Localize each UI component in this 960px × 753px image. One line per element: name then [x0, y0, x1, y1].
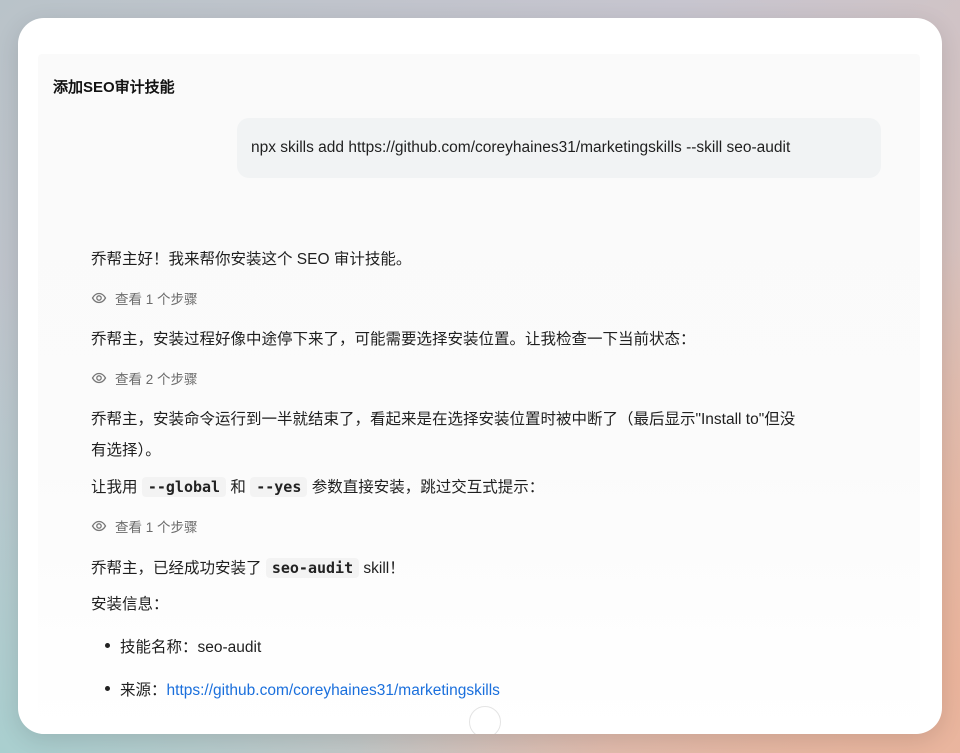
assistant-message: 乔帮主，安装过程好像中途停下来了，可能需要选择安装位置。让我检查一下当前状态： [91, 331, 696, 348]
inline-code-seo-audit: seo-audit [265, 558, 360, 578]
message-text: 和 [230, 479, 246, 496]
assistant-message-line: 乔帮主，安装命令运行到一半就结束了，看起来是在选择安装位置时被中断了（最后显示"… [91, 411, 796, 428]
list-item: 来源：https://github.com/coreyhaines31/mark… [105, 678, 500, 700]
user-message-text: npx skills add https://github.com/coreyh… [251, 139, 791, 156]
view-steps-toggle[interactable]: 查看 1 个步骤 [91, 288, 198, 308]
assistant-message-line: 有选择）。 [91, 442, 161, 459]
assistant-message: 让我用 --global 和 --yes 参数直接安装，跳过交互式提示： [91, 475, 544, 497]
view-steps-label: 查看 1 个步骤 [115, 292, 198, 307]
bullet-dot [105, 686, 110, 692]
chat-window: 添加SEO审计技能 npx skills add https://github.… [18, 18, 942, 734]
assistant-message: 安装信息： [91, 596, 169, 613]
source-link[interactable]: https://github.com/coreyhaines31/marketi… [167, 682, 500, 699]
message-text: 乔帮主，已经成功安装了 [91, 560, 262, 577]
view-steps-label: 查看 2 个步骤 [115, 372, 198, 387]
view-steps-toggle[interactable]: 查看 1 个步骤 [91, 516, 198, 536]
eye-icon [91, 292, 107, 304]
scroll-to-bottom-button[interactable] [469, 706, 501, 734]
view-steps-toggle[interactable]: 查看 2 个步骤 [91, 368, 198, 388]
view-steps-label: 查看 1 个步骤 [115, 520, 198, 535]
message-text: 让我用 [91, 479, 138, 496]
assistant-message: 乔帮主，已经成功安装了 seo-audit skill！ [91, 556, 405, 578]
bullet-dot [105, 643, 110, 649]
list-item: 技能名称：seo-audit [105, 635, 261, 657]
list-item-label: 来源： [120, 682, 167, 699]
inline-code-yes: --yes [250, 477, 308, 497]
inline-code-global: --global [141, 477, 227, 497]
eye-icon [91, 372, 107, 384]
user-message-bubble: npx skills add https://github.com/coreyh… [237, 118, 881, 178]
list-item-text: 技能名称：seo-audit [120, 639, 262, 656]
conversation-title: 添加SEO审计技能 [53, 79, 175, 96]
message-text: skill！ [363, 560, 405, 577]
message-text: 参数直接安装，跳过交互式提示： [311, 479, 545, 496]
eye-icon [91, 520, 107, 532]
assistant-message: 乔帮主好！我来帮你安装这个 SEO 审计技能。 [91, 251, 412, 268]
